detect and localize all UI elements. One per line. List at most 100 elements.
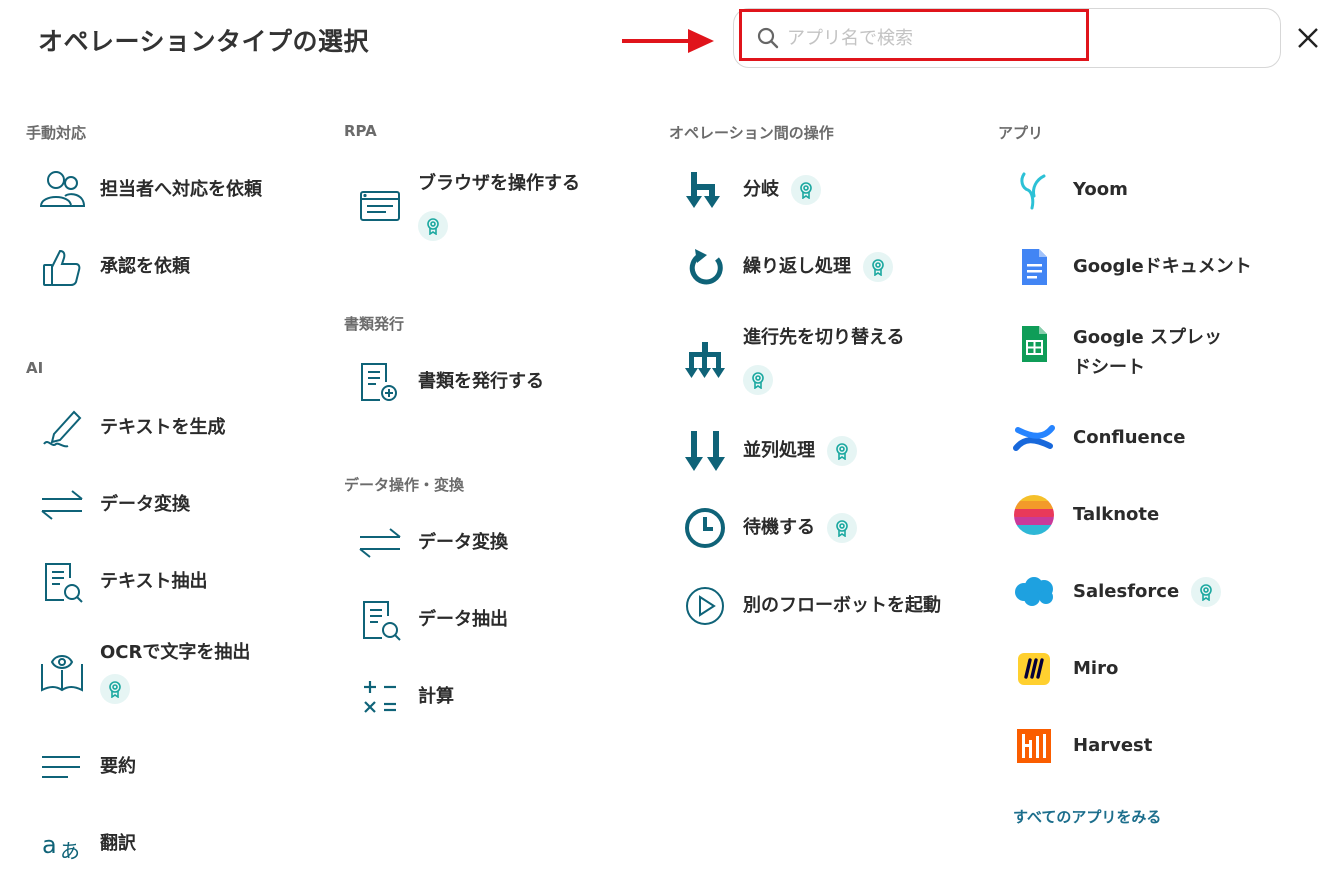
svg-text:あ: あ	[60, 839, 80, 863]
clock-icon	[681, 504, 729, 552]
operation-label: データ変換	[418, 532, 508, 553]
app-label: Yoom	[1073, 179, 1128, 200]
section-label-docs: 書類発行	[344, 315, 405, 333]
app-item-miro[interactable]: Miro	[1010, 645, 1119, 685]
operation-item-wait[interactable]: 待機する	[681, 504, 857, 548]
operation-label: データ抽出	[418, 609, 508, 630]
app-item-harvest[interactable]: Harvest	[1010, 722, 1153, 763]
close-icon[interactable]	[1294, 24, 1322, 52]
operation-item-request-assignee[interactable]: 担当者へ対応を依頼	[38, 166, 262, 207]
swap-arrows-icon	[38, 481, 86, 529]
operation-item-launch-flowbot[interactable]: 別のフローボットを起動	[681, 582, 941, 625]
section-label-rpa: RPA	[344, 122, 377, 140]
operation-label: 分岐	[743, 179, 779, 200]
operation-label: 計算	[418, 686, 454, 707]
section-label-ops: オペレーション間の操作	[669, 124, 834, 142]
premium-badge-icon	[791, 175, 821, 205]
doc-plus-icon	[356, 358, 404, 406]
doc-search-icon	[38, 558, 86, 606]
operation-label: 並列処理	[743, 440, 815, 461]
operation-label: 承認を依頼	[100, 256, 190, 277]
app-item-google-docs[interactable]: Googleドキュメント	[1010, 243, 1252, 285]
operation-label: テキストを生成	[100, 417, 226, 438]
thumbs-up-icon	[38, 243, 86, 291]
operation-label: ブラウザを操作する	[418, 173, 580, 194]
premium-badge-icon	[1191, 577, 1222, 607]
all-apps-link[interactable]: すべてのアプリをみる	[1013, 806, 1161, 827]
app-label: Googleドキュメント	[1073, 256, 1252, 277]
yoom-icon	[1010, 166, 1058, 214]
talknote-icon	[1010, 491, 1058, 539]
app-item-talknote[interactable]: Talknote	[1010, 491, 1159, 535]
page-title: オペレーションタイプの選択	[38, 27, 370, 56]
operation-label: OCRで文字を抽出	[100, 642, 251, 663]
operation-item-calculate[interactable]: 計算	[356, 673, 454, 713]
salesforce-icon	[1010, 568, 1058, 616]
operation-label: 要約	[100, 756, 136, 777]
translate-icon: a あ	[38, 820, 86, 868]
app-item-google-sheets[interactable]: Google スプレッドシート	[1010, 320, 1240, 383]
operation-item-data-convert[interactable]: データ変換	[356, 519, 508, 558]
operation-item-generate-text[interactable]: テキストを生成	[38, 404, 226, 448]
miro-icon	[1010, 645, 1058, 693]
swap-arrows-icon	[356, 519, 404, 567]
pen-icon	[38, 404, 86, 452]
calc-icon	[356, 673, 404, 721]
section-label-manual: 手動対応	[26, 124, 87, 142]
operation-item-loop[interactable]: 繰り返し処理	[681, 243, 893, 285]
premium-badge-icon	[418, 211, 448, 241]
operation-label: 翻訳	[100, 833, 136, 854]
operation-label: テキスト抽出	[100, 571, 208, 592]
browser-icon	[356, 182, 404, 230]
app-label: Harvest	[1073, 735, 1153, 756]
operation-item-translate[interactable]: a あ 翻訳	[38, 820, 136, 863]
premium-badge-icon	[100, 674, 130, 704]
operation-label: 別のフローボットを起動	[743, 595, 941, 616]
operation-label: 書類を発行する	[418, 371, 544, 392]
operation-item-text-extract[interactable]: テキスト抽出	[38, 558, 208, 603]
section-label-data-ops: データ操作・変換	[344, 476, 465, 494]
operation-item-data-extract[interactable]: データ抽出	[356, 596, 508, 641]
operation-item-browser[interactable]: ブラウザを操作する	[356, 166, 606, 241]
operation-label: 繰り返し処理	[743, 256, 851, 277]
premium-badge-icon	[743, 365, 773, 395]
app-item-yoom[interactable]: Yoom	[1010, 166, 1128, 210]
operation-label: データ変換	[100, 494, 190, 515]
doc-search-icon	[356, 596, 404, 644]
section-label-ai: AI	[26, 359, 44, 377]
switch-icon	[681, 338, 729, 386]
operation-item-request-approval[interactable]: 承認を依頼	[38, 243, 190, 286]
app-label: Confluence	[1073, 427, 1186, 448]
operation-item-issue-document[interactable]: 書類を発行する	[356, 358, 544, 401]
google-docs-icon	[1010, 243, 1058, 291]
people-icon	[38, 166, 86, 214]
operation-item-switch-route[interactable]: 進行先を切り替える	[681, 320, 951, 395]
harvest-icon	[1010, 722, 1058, 770]
search-input[interactable]	[787, 24, 1077, 52]
premium-badge-icon	[827, 513, 857, 543]
app-item-salesforce[interactable]: Salesforce	[1010, 568, 1222, 607]
operation-label: 担当者へ対応を依頼	[100, 179, 262, 200]
svg-text:a: a	[42, 831, 57, 859]
operation-item-parallel[interactable]: 並列処理	[681, 427, 857, 471]
app-label: Miro	[1073, 658, 1119, 679]
section-label-apps: アプリ	[998, 124, 1044, 142]
search-icon	[757, 27, 779, 49]
premium-badge-icon	[863, 252, 893, 282]
operation-label: 進行先を切り替える	[743, 327, 905, 348]
confluence-icon	[1010, 414, 1058, 462]
loop-icon	[681, 243, 729, 291]
book-eye-icon	[38, 648, 86, 696]
parallel-icon	[681, 427, 729, 475]
google-sheets-icon	[1010, 320, 1058, 368]
operation-item-branch[interactable]: 分岐	[681, 166, 821, 208]
operation-item-summarize[interactable]: 要約	[38, 743, 136, 782]
premium-badge-icon	[827, 436, 857, 466]
app-label: Google スプレッドシート	[1073, 327, 1223, 378]
operation-item-ai-data-convert[interactable]: データ変換	[38, 481, 190, 520]
app-item-confluence[interactable]: Confluence	[1010, 414, 1185, 453]
operation-item-ocr[interactable]: OCRで文字を抽出	[38, 634, 258, 704]
operation-label: 待機する	[743, 517, 815, 538]
play-icon	[681, 582, 729, 630]
red-arrow-icon	[622, 29, 714, 53]
